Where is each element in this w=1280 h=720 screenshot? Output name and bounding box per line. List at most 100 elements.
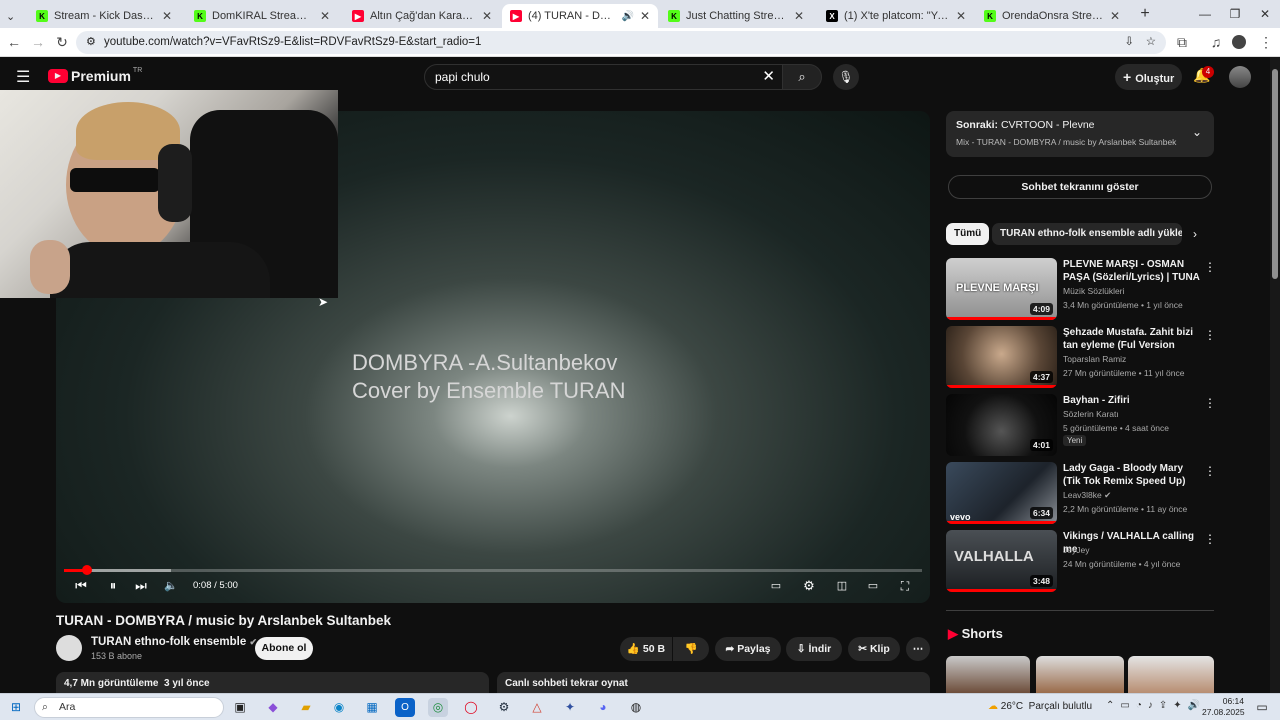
more-options-icon[interactable]: ⋮ bbox=[1204, 464, 1216, 478]
recommended-video[interactable]: VALHALLA 3:48 Vikings / VALHALLA calling… bbox=[946, 530, 1216, 592]
site-info-icon[interactable]: ⚙ bbox=[86, 31, 96, 54]
windows-start-icon[interactable]: ⊞ bbox=[6, 698, 26, 717]
more-options-icon[interactable]: ⋮ bbox=[1204, 260, 1216, 274]
browser-tab[interactable]: K Just Chatting Streaming - Live ✕ bbox=[660, 4, 812, 28]
recommended-video[interactable]: PLEVNE MARŞI 4:09 PLEVNE MARŞI - OSMAN P… bbox=[946, 258, 1216, 320]
task-view-icon[interactable]: ▣ bbox=[230, 698, 250, 717]
volume-icon[interactable]: 🔈 bbox=[162, 577, 180, 595]
scrollbar-thumb[interactable] bbox=[1272, 69, 1278, 279]
previous-video-icon[interactable]: ⏮ bbox=[72, 577, 90, 595]
forward-icon[interactable]: → bbox=[28, 32, 48, 52]
clip-button[interactable]: ✂ Klip bbox=[848, 637, 900, 661]
taskbar-search[interactable]: ⌕ Ara bbox=[34, 697, 224, 718]
bookmark-star-icon[interactable]: ☆ bbox=[1146, 31, 1156, 54]
chevron-right-icon[interactable]: › bbox=[1193, 227, 1197, 241]
media-control-icon[interactable]: ♫ bbox=[1206, 32, 1226, 52]
browser-tab[interactable]: ▶ Altın Çağ'dan Karanlığa: Yuga Döng ✕ bbox=[344, 4, 500, 28]
extensions-icon[interactable]: ⧉ bbox=[1172, 32, 1192, 52]
video-thumbnail[interactable]: 4:37 bbox=[946, 326, 1057, 388]
browser-tab[interactable]: K OrendaOnsra Stream - Watch Li ✕ bbox=[976, 4, 1128, 28]
store-icon[interactable]: ▦ bbox=[362, 698, 382, 717]
more-actions-button[interactable]: ⋯ bbox=[906, 637, 930, 661]
chip-all[interactable]: Tümü bbox=[946, 223, 990, 245]
speaker-icon[interactable]: 🔊 bbox=[621, 11, 633, 22]
search-input[interactable]: papi chulo ✕ bbox=[424, 64, 784, 90]
close-window-button[interactable]: ✕ bbox=[1250, 4, 1280, 24]
page-scrollbar[interactable] bbox=[1270, 57, 1280, 693]
close-icon[interactable]: ✕ bbox=[320, 9, 330, 23]
search-button[interactable]: ⌕ bbox=[782, 64, 822, 90]
browser-tab[interactable]: K DomKIRAL Stream - Watch Live ✕ bbox=[186, 4, 338, 28]
obs-icon[interactable]: ◍ bbox=[626, 698, 646, 717]
subscribe-button[interactable]: Abone ol bbox=[255, 637, 313, 660]
video-thumbnail[interactable]: VALHALLA 3:48 bbox=[946, 530, 1057, 592]
browser-tab[interactable]: K Stream - Kick Dashboard ✕ bbox=[28, 4, 180, 28]
close-icon[interactable]: ✕ bbox=[482, 9, 492, 23]
tab-list-button[interactable]: ⌄ bbox=[2, 4, 24, 28]
copilot-icon[interactable]: ◆ bbox=[263, 698, 283, 717]
new-tab-button[interactable]: + bbox=[1130, 4, 1160, 24]
opera-icon[interactable]: ◯ bbox=[461, 698, 481, 717]
edge-icon[interactable]: ◉ bbox=[329, 698, 349, 717]
next-video-icon[interactable]: ⏭ bbox=[132, 577, 150, 595]
subtitles-icon[interactable]: ▭ bbox=[766, 577, 786, 595]
app-icon[interactable]: △ bbox=[527, 698, 547, 717]
fullscreen-icon[interactable]: ⛶ bbox=[895, 577, 915, 595]
share-button[interactable]: ➦ Paylaş bbox=[715, 637, 781, 661]
youtube-logo[interactable]: ▶ Premium TR bbox=[48, 67, 142, 84]
close-icon[interactable]: ✕ bbox=[1110, 9, 1120, 23]
maximize-button[interactable]: ❐ bbox=[1220, 4, 1250, 24]
progress-bar[interactable] bbox=[64, 569, 922, 572]
file-explorer-icon[interactable]: ▰ bbox=[296, 698, 316, 717]
weather-widget[interactable]: ☁ 26°C Parçalı bulutlu bbox=[988, 701, 1092, 712]
more-options-icon[interactable]: ⋮ bbox=[1204, 532, 1216, 546]
close-icon[interactable]: ✕ bbox=[640, 9, 650, 23]
up-next-panel[interactable]: Sonraki: CVRTOON - Plevne Mix - TURAN - … bbox=[946, 111, 1214, 157]
chevron-down-icon[interactable]: ⌄ bbox=[1192, 125, 1202, 139]
download-button[interactable]: ⇩ İndir bbox=[786, 637, 842, 661]
recommended-video[interactable]: vevo 6:34 Lady Gaga - Bloody Mary (Tik T… bbox=[946, 462, 1216, 524]
steam-icon[interactable]: ⚙ bbox=[494, 698, 514, 717]
theater-mode-icon[interactable]: ▭ bbox=[863, 577, 883, 595]
user-avatar[interactable] bbox=[1229, 66, 1251, 88]
more-options-icon[interactable]: ⋮ bbox=[1204, 396, 1216, 410]
install-icon[interactable]: ⇩ bbox=[1124, 31, 1134, 54]
pause-icon[interactable]: ⏸ bbox=[104, 577, 122, 595]
short-thumbnail[interactable] bbox=[1036, 656, 1124, 693]
outlook-icon[interactable]: O bbox=[395, 698, 415, 717]
create-button[interactable]: + Oluştur bbox=[1115, 64, 1182, 90]
discord-icon[interactable]: ◕ bbox=[593, 698, 613, 717]
show-chat-button[interactable]: Sohbet tekranını göster bbox=[948, 175, 1212, 199]
clock[interactable]: 06:14 27.08.2025 bbox=[1202, 696, 1245, 718]
recommended-video[interactable]: 4:01 Bayhan - Zifiri Sözlerin Karatı 5 g… bbox=[946, 394, 1216, 456]
short-thumbnail[interactable] bbox=[946, 656, 1030, 693]
chip-uploader[interactable]: TURAN ethno-folk ensemble adlı yükleyici bbox=[992, 223, 1182, 245]
video-thumbnail[interactable]: PLEVNE MARŞI 4:09 bbox=[946, 258, 1057, 320]
voice-search-button[interactable]: 🎙 bbox=[833, 64, 859, 90]
more-options-icon[interactable]: ⋮ bbox=[1204, 328, 1216, 342]
short-thumbnail[interactable] bbox=[1128, 656, 1214, 693]
channel-avatar[interactable] bbox=[56, 635, 82, 661]
browser-tab-active[interactable]: ▶ (4) TURAN - DOMBYRA / mu🔊 ✕ bbox=[502, 4, 658, 28]
browser-tab[interactable]: X (1) X'te platcom: "YasirAbi, Dek ✕ bbox=[818, 4, 974, 28]
miniplayer-icon[interactable]: ◫ bbox=[832, 577, 852, 595]
app-icon[interactable]: ✦ bbox=[560, 698, 580, 717]
close-icon[interactable]: ✕ bbox=[794, 9, 804, 23]
address-bar[interactable]: ⚙ youtube.com/watch?v=VFavRtSz9-E&list=R… bbox=[76, 31, 1166, 54]
video-thumbnail[interactable]: vevo 6:34 bbox=[946, 462, 1057, 524]
dislike-button[interactable]: 👎 bbox=[673, 637, 709, 661]
chrome-icon[interactable]: ◎ bbox=[428, 698, 448, 717]
tray-icons[interactable]: ⌃▭◔♪⇪✦🔊 bbox=[1106, 700, 1206, 711]
clear-search-icon[interactable]: ✕ bbox=[762, 65, 775, 89]
channel-name[interactable]: TURAN ethno-folk ensemble ✔ bbox=[91, 636, 257, 648]
minimize-button[interactable]: — bbox=[1190, 4, 1220, 24]
progress-scrubber-handle[interactable] bbox=[82, 565, 93, 575]
close-icon[interactable]: ✕ bbox=[162, 9, 172, 23]
notifications-icon[interactable]: ▭ bbox=[1252, 698, 1272, 717]
reload-icon[interactable]: ↻ bbox=[52, 32, 72, 52]
profile-avatar[interactable] bbox=[1232, 35, 1246, 49]
recommended-video[interactable]: 4:37 Şehzade Mustafa. Zahit bizi tan eyl… bbox=[946, 326, 1216, 388]
hamburger-menu-icon[interactable]: ☰ bbox=[16, 67, 30, 87]
video-thumbnail[interactable]: 4:01 bbox=[946, 394, 1057, 456]
browser-menu-icon[interactable]: ⋮ bbox=[1256, 32, 1276, 52]
